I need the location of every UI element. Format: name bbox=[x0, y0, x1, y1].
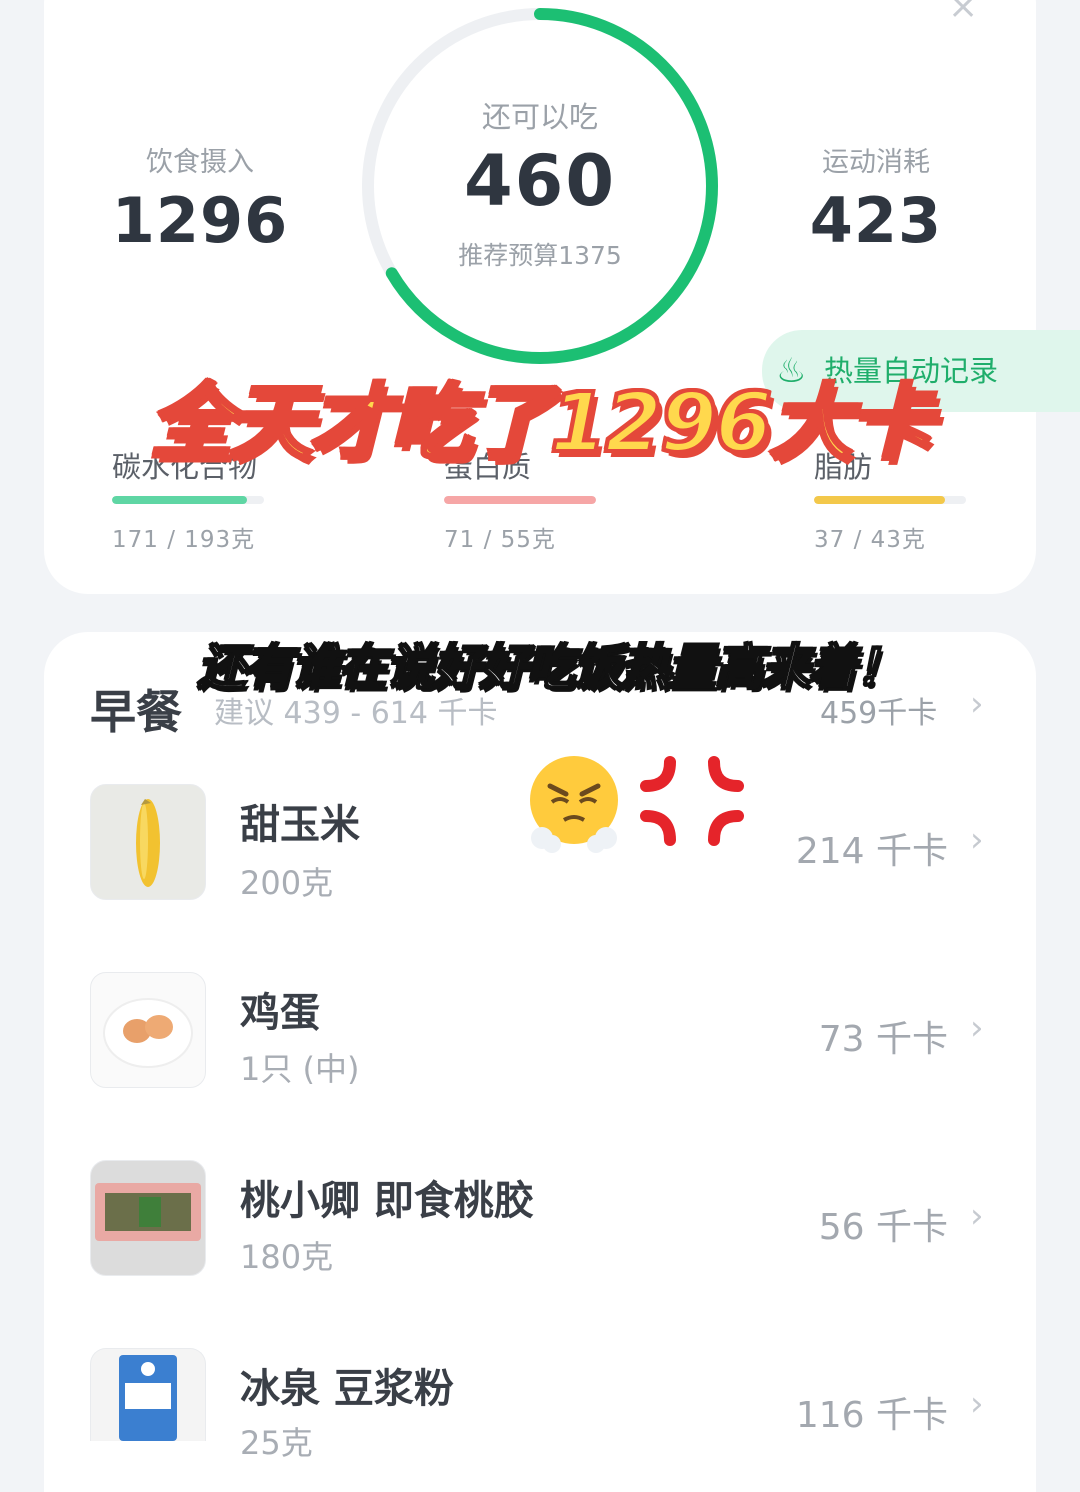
remaining-label: 还可以吃 bbox=[481, 100, 598, 134]
exercise-value: 423 bbox=[809, 184, 943, 257]
food-name[interactable]: 甜玉米 bbox=[240, 792, 360, 850]
macro-fat-bar bbox=[814, 496, 966, 504]
chevron-right-icon[interactable]: › bbox=[970, 1196, 984, 1236]
macro-protein-bar bbox=[444, 496, 596, 504]
macro-carbs-bar bbox=[112, 496, 264, 504]
overlay-headline: 全天才吃了1296大卡 bbox=[148, 374, 934, 473]
food-kcal: 214 千卡 bbox=[795, 831, 948, 872]
food-name[interactable]: 冰泉 豆浆粉 bbox=[240, 1356, 454, 1414]
food-amount: 25克 bbox=[240, 1424, 313, 1462]
peach-gum-package-image[interactable] bbox=[90, 1160, 206, 1276]
macro-fat-amount: 37 / 43克 bbox=[814, 527, 926, 553]
food-amount: 1只 (中) bbox=[240, 1050, 360, 1088]
huffing-face-icon bbox=[530, 756, 618, 853]
food-name[interactable]: 鸡蛋 bbox=[240, 980, 320, 1038]
overlay-subline: 还有谁在说好好吃饭热量高来着！ bbox=[197, 639, 905, 697]
food-amount: 180克 bbox=[240, 1238, 334, 1276]
macro-protein-amount: 71 / 55克 bbox=[444, 527, 556, 553]
corn-image[interactable] bbox=[90, 784, 206, 900]
intake-label: 饮食摄入 bbox=[146, 147, 254, 178]
chevron-right-icon[interactable]: › bbox=[970, 1384, 984, 1424]
food-kcal: 56 千卡 bbox=[818, 1207, 948, 1248]
chevron-right-icon[interactable]: › bbox=[970, 820, 984, 860]
food-name[interactable]: 桃小卿 即食桃胶 bbox=[240, 1168, 534, 1226]
macro-carbs-amount: 171 / 193克 bbox=[112, 527, 256, 553]
close-icon[interactable]: × bbox=[948, 0, 978, 27]
eggs-image[interactable] bbox=[90, 972, 206, 1088]
anger-symbol-icon bbox=[640, 756, 744, 846]
intake-value: 1296 bbox=[111, 184, 289, 257]
budget-text: 推荐预算1375 bbox=[458, 241, 622, 270]
remaining-value: 460 bbox=[463, 140, 617, 222]
food-kcal: 73 千卡 bbox=[818, 1019, 948, 1060]
food-kcal: 116 千卡 bbox=[795, 1395, 948, 1436]
exercise-label: 运动消耗 bbox=[822, 147, 930, 178]
chevron-right-icon[interactable]: › bbox=[970, 1008, 984, 1048]
food-amount: 200克 bbox=[240, 864, 334, 902]
soy-milk-powder-package-image[interactable] bbox=[90, 1348, 206, 1441]
meal-title: 早餐 bbox=[90, 685, 182, 739]
